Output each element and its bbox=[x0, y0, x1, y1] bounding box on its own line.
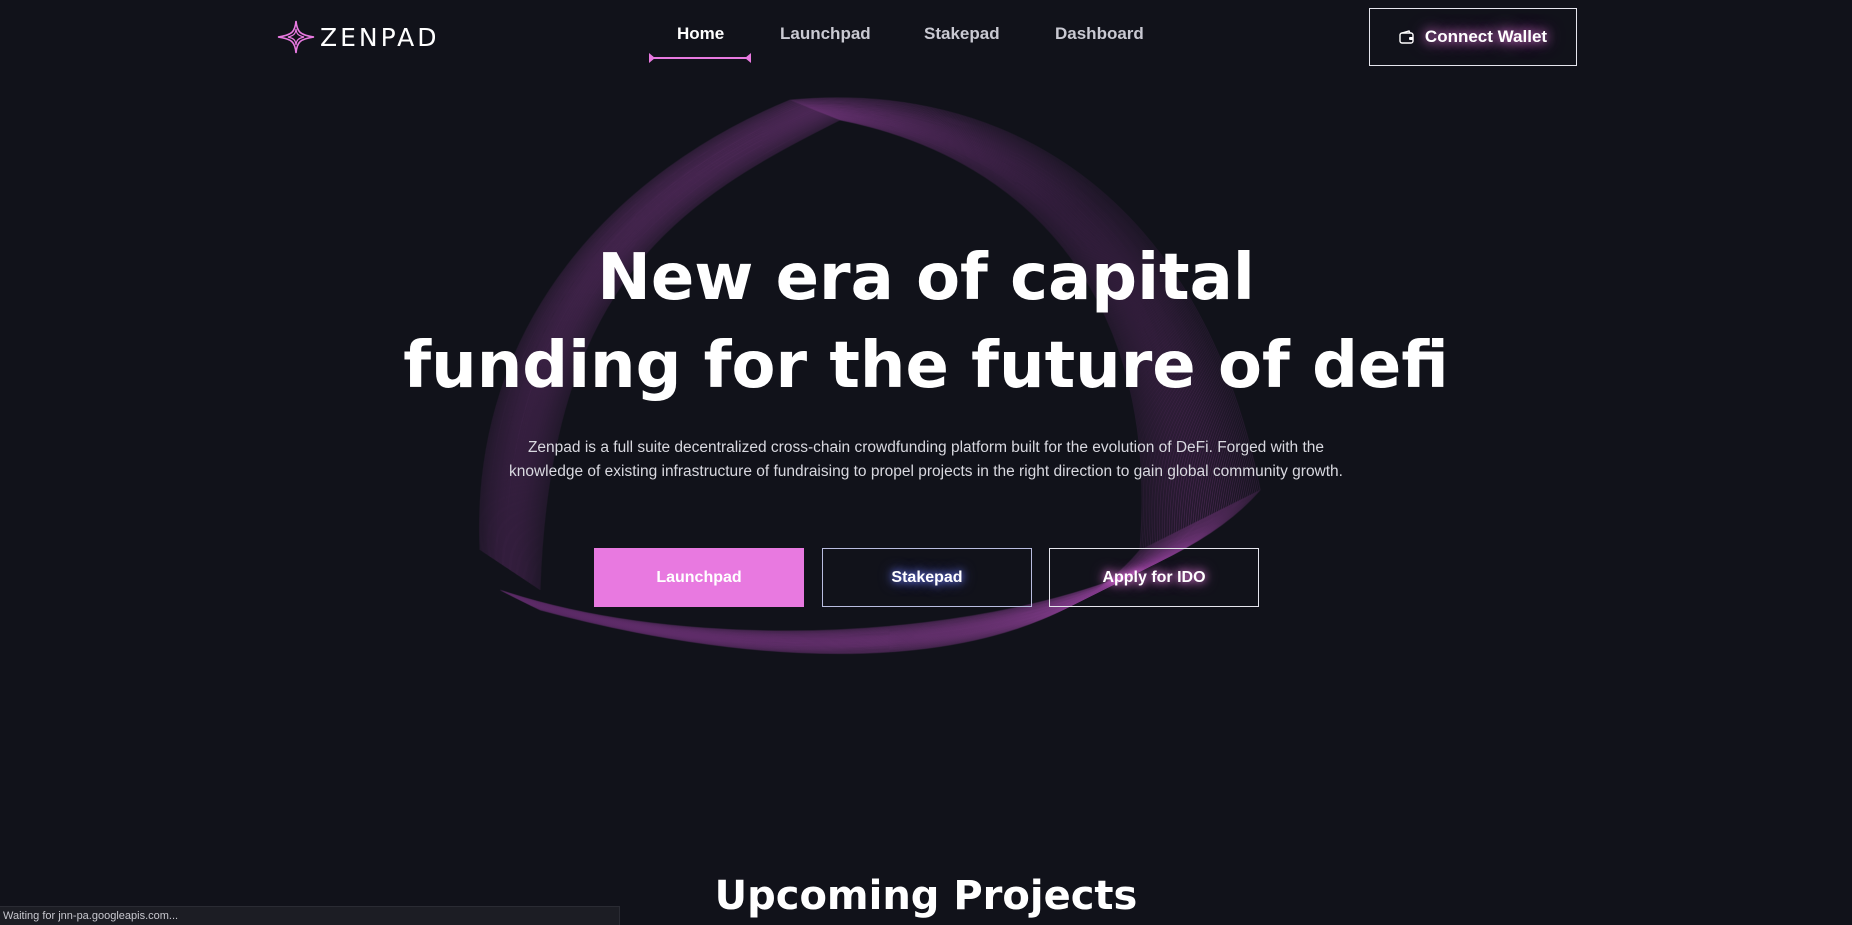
hero-title-line2: funding for the future of defi bbox=[403, 329, 1449, 403]
nav-item-launchpad[interactable]: Launchpad bbox=[780, 24, 871, 44]
launchpad-button[interactable]: Launchpad bbox=[594, 548, 804, 607]
nav-item-stakepad[interactable]: Stakepad bbox=[924, 24, 1000, 44]
browser-status-bar: Waiting for jnn-pa.googleapis.com... bbox=[0, 906, 620, 925]
nav-item-dashboard[interactable]: Dashboard bbox=[1055, 24, 1144, 44]
hero-title: New era of capital funding for the futur… bbox=[0, 234, 1852, 410]
page: ZENPAD Home Launchpad Stakepad Dashboard… bbox=[0, 0, 1852, 925]
site-header: ZENPAD Home Launchpad Stakepad Dashboard… bbox=[0, 0, 1852, 72]
connect-wallet-label: Connect Wallet bbox=[1424, 27, 1548, 46]
apply-for-ido-button[interactable]: Apply for IDO bbox=[1049, 548, 1259, 607]
wallet-icon bbox=[1399, 30, 1414, 44]
hero-description: Zenpad is a full suite decentralized cro… bbox=[508, 439, 1343, 480]
connect-wallet-button[interactable]: Connect Wallet bbox=[1369, 8, 1577, 66]
stakepad-button[interactable]: Stakepad bbox=[822, 548, 1032, 607]
active-nav-indicator bbox=[649, 53, 751, 63]
nav-item-home[interactable]: Home bbox=[677, 24, 724, 44]
hero-title-line1: New era of capital bbox=[597, 241, 1255, 315]
